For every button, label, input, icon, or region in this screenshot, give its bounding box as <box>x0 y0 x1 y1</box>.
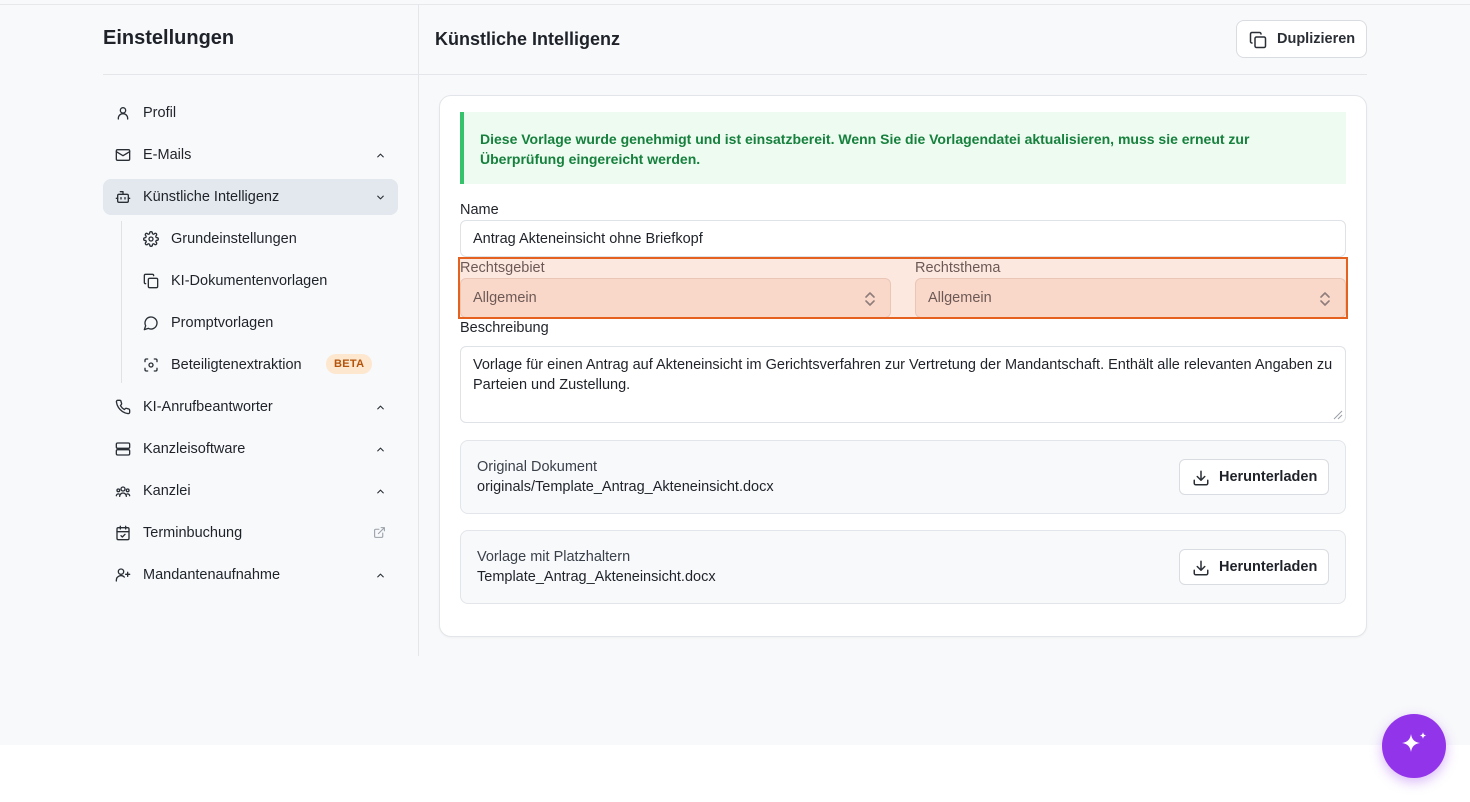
sparkles-icon <box>1402 732 1427 752</box>
chevron-up-icon <box>377 489 384 494</box>
phone-icon <box>115 399 131 415</box>
vertical-divider <box>418 4 419 656</box>
rechtsthema-value: Allgemein <box>928 290 992 306</box>
chevron-up-icon <box>377 447 384 452</box>
chevron-up-icon <box>377 573 384 578</box>
sidebar-item-ki-anrufbeantworter[interactable]: KI-Anrufbeantworter <box>103 389 398 425</box>
users-icon <box>115 486 131 497</box>
sidebar-subitem-promptvorlagen[interactable]: Promptvorlagen <box>131 305 398 341</box>
download-button-label: Herunterladen <box>1219 469 1318 485</box>
chevron-up-icon <box>377 153 384 158</box>
copy-icon <box>143 273 159 289</box>
sidebar-subitem-beteiligtenextraktion[interactable]: Beteiligtenextraktion BETA <box>131 347 398 383</box>
beschreibung-label: Beschreibung <box>460 320 549 336</box>
file-name: Template_Antrag_Akteneinsicht.docx <box>477 569 716 585</box>
top-divider <box>0 4 1470 5</box>
server-icon <box>115 442 131 456</box>
sidebar-item-label: Terminbuchung <box>143 525 243 541</box>
name-field[interactable] <box>460 220 1346 257</box>
duplicate-button-label: Duplizieren <box>1277 31 1356 47</box>
sidebar-item-label: E-Mails <box>143 147 192 163</box>
calendar-check-icon <box>116 525 130 541</box>
scan-face-icon <box>144 358 158 372</box>
file-name: originals/Template_Antrag_Akteneinsicht.… <box>477 479 774 495</box>
sidebar-subitem-grundeinstellungen[interactable]: Grundeinstellungen <box>131 221 398 257</box>
user-icon <box>117 107 129 120</box>
approval-alert: Diese Vorlage wurde genehmigt und ist ei… <box>460 112 1346 184</box>
sidebar-item-emails[interactable]: E-Mails <box>103 137 398 173</box>
chevrons-up-down-icon <box>865 292 875 306</box>
rechtsgebiet-label: Rechtsgebiet <box>460 260 545 276</box>
beschreibung-text: Vorlage für einen Antrag auf Akteneinsic… <box>473 357 1333 393</box>
sidebar-item-label: Künstliche Intelligenz <box>143 189 280 205</box>
download-icon <box>1193 470 1209 486</box>
sidebar-item-profil[interactable]: Profil <box>103 95 398 131</box>
message-circle-icon <box>143 316 158 331</box>
sidebar-subitem-label: Grundeinstellungen <box>171 231 297 247</box>
download-original-button[interactable]: Herunterladen <box>1179 459 1329 495</box>
sidebar-item-label: Profil <box>143 105 177 121</box>
name-label: Name <box>460 202 499 218</box>
duplicate-button[interactable]: Duplizieren <box>1236 20 1367 58</box>
sidebar-subitem-label: KI-Dokumentenvorlagen <box>171 273 328 289</box>
original-document-box: Original Dokument originals/Template_Ant… <box>460 440 1346 514</box>
page-title: Künstliche Intelligenz <box>435 29 621 49</box>
rechtsgebiet-value: Allgemein <box>473 290 537 306</box>
rechtsthema-select[interactable]: Allgemein <box>915 278 1346 318</box>
download-template-button[interactable]: Herunterladen <box>1179 549 1329 585</box>
copy-icon <box>1249 31 1267 49</box>
sidebar-subitem-ki-dokumentenvorlagen[interactable]: KI-Dokumentenvorlagen <box>131 263 398 299</box>
sidebar-divider <box>103 74 418 75</box>
header-divider <box>419 74 1367 75</box>
sidebar-item-kanzlei[interactable]: Kanzlei <box>103 473 398 509</box>
sidebar-subitem-label: Promptvorlagen <box>171 315 274 331</box>
sidebar-subitem-label: Beteiligtenextraktion <box>171 357 302 373</box>
download-icon <box>1193 560 1209 576</box>
mail-icon <box>115 149 131 161</box>
sidebar-item-label: Mandantenaufnahme <box>143 567 281 583</box>
approval-alert-text: Diese Vorlage wurde genehmigt und ist ei… <box>480 131 1250 167</box>
bot-icon <box>115 191 131 203</box>
beschreibung-textarea[interactable]: Vorlage für einen Antrag auf Akteneinsic… <box>460 346 1346 423</box>
user-plus-icon <box>115 568 131 582</box>
rechtsgebiet-select[interactable]: Allgemein <box>460 278 891 318</box>
chevron-down-icon <box>377 195 384 200</box>
gear-icon <box>143 231 159 247</box>
resize-handle-icon[interactable] <box>1333 410 1343 420</box>
file-title: Original Dokument <box>477 459 598 475</box>
chevrons-up-down-icon <box>1320 292 1330 306</box>
beta-badge: BETA <box>326 354 373 374</box>
sidebar-item-terminbuchung[interactable]: Terminbuchung <box>103 515 398 551</box>
sidebar-item-kanzleisoftware[interactable]: Kanzleisoftware <box>103 431 398 467</box>
submenu-guide-line <box>121 221 122 383</box>
sidebar-item-label: KI-Anrufbeantworter <box>143 399 273 415</box>
ai-assistant-button[interactable] <box>1382 714 1446 778</box>
sidebar-title: Einstellungen <box>103 27 235 49</box>
sidebar-item-kuenstliche-intelligenz[interactable]: Künstliche Intelligenz <box>103 179 398 215</box>
sidebar-item-mandantenaufnahme[interactable]: Mandantenaufnahme <box>103 557 398 593</box>
sidebar-item-label: Kanzleisoftware <box>143 441 246 457</box>
sidebar-item-label: Kanzlei <box>143 483 191 499</box>
chevron-up-icon <box>377 405 384 410</box>
external-link-icon <box>374 527 385 538</box>
file-title: Vorlage mit Platzhaltern <box>477 549 631 565</box>
placeholder-template-box: Vorlage mit Platzhaltern Template_Antrag… <box>460 530 1346 604</box>
rechtsthema-label: Rechtsthema <box>915 260 1001 276</box>
download-button-label: Herunterladen <box>1219 559 1318 575</box>
